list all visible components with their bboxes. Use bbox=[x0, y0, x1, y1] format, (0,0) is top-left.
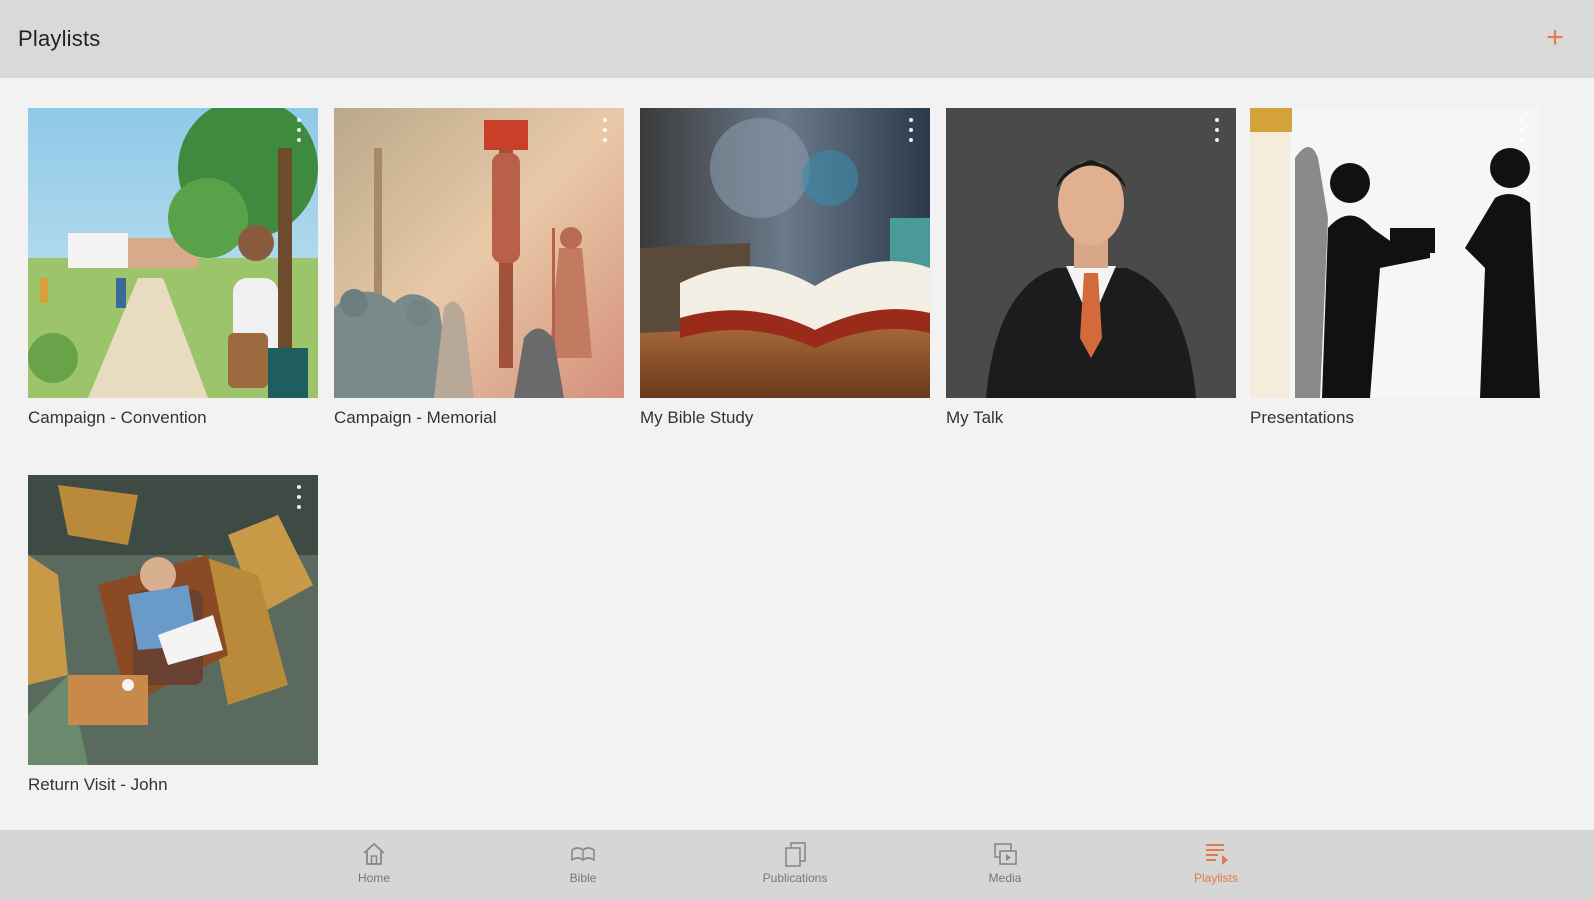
more-options-icon[interactable] bbox=[292, 485, 306, 509]
playlist-card[interactable]: Campaign - Memorial bbox=[334, 108, 624, 427]
add-playlist-button[interactable]: + bbox=[1540, 23, 1570, 54]
nav-item-publications[interactable]: Publications bbox=[740, 836, 850, 896]
playlist-card[interactable]: My Bible Study bbox=[640, 108, 930, 427]
nav-label: Publications bbox=[762, 871, 828, 885]
playlist-thumbnail[interactable] bbox=[946, 108, 1236, 398]
playlist-thumbnail[interactable] bbox=[1250, 108, 1540, 398]
memorial-image bbox=[334, 108, 624, 398]
playlist-thumbnail[interactable] bbox=[640, 108, 930, 398]
convention-image bbox=[28, 108, 318, 398]
more-options-icon[interactable] bbox=[904, 118, 918, 142]
nav-item-playlists[interactable]: Playlists bbox=[1161, 836, 1271, 896]
nav-item-home[interactable]: Home bbox=[319, 836, 429, 896]
my-talk-image bbox=[946, 108, 1236, 398]
nav-item-media[interactable]: Media bbox=[950, 836, 1060, 896]
bottom-navigation: Home Bible Publications Media Playlists bbox=[0, 830, 1594, 900]
nav-item-bible[interactable]: Bible bbox=[528, 836, 638, 896]
return-visit-image bbox=[28, 475, 318, 765]
playlist-label: Presentations bbox=[1250, 408, 1354, 427]
playlist-thumbnail[interactable] bbox=[334, 108, 624, 398]
playlist-label: Campaign - Memorial bbox=[334, 408, 497, 427]
app-header: Playlists + bbox=[0, 0, 1594, 78]
media-icon bbox=[994, 843, 1017, 865]
more-options-icon[interactable] bbox=[598, 118, 612, 142]
more-options-icon[interactable] bbox=[1210, 118, 1224, 142]
playlist-card[interactable]: Return Visit - John bbox=[28, 475, 318, 794]
playlist-card[interactable]: My Talk bbox=[946, 108, 1236, 427]
bible-icon bbox=[571, 847, 595, 862]
nav-label: Home bbox=[357, 871, 390, 885]
playlist-label: Return Visit - John bbox=[28, 775, 168, 794]
nav-label: Playlists bbox=[1193, 871, 1238, 885]
more-options-icon[interactable] bbox=[1514, 118, 1528, 142]
more-options-icon[interactable] bbox=[292, 118, 306, 142]
playlists-icon bbox=[1206, 844, 1228, 865]
home-icon bbox=[363, 842, 385, 865]
playlist-label: Campaign - Convention bbox=[28, 408, 207, 427]
bible-study-image bbox=[640, 108, 930, 398]
presentations-image bbox=[1250, 108, 1540, 398]
nav-label: Media bbox=[988, 871, 1022, 885]
publications-icon bbox=[785, 842, 806, 867]
playlist-label: My Talk bbox=[946, 408, 1004, 427]
playlist-card[interactable]: Campaign - Convention bbox=[28, 108, 318, 427]
playlist-card[interactable]: Presentations bbox=[1250, 108, 1540, 427]
playlist-label: My Bible Study bbox=[640, 408, 754, 427]
nav-label: Bible bbox=[569, 871, 597, 885]
playlist-thumbnail[interactable] bbox=[28, 475, 318, 765]
page-title: Playlists bbox=[18, 26, 101, 51]
playlist-thumbnail[interactable] bbox=[28, 108, 318, 398]
